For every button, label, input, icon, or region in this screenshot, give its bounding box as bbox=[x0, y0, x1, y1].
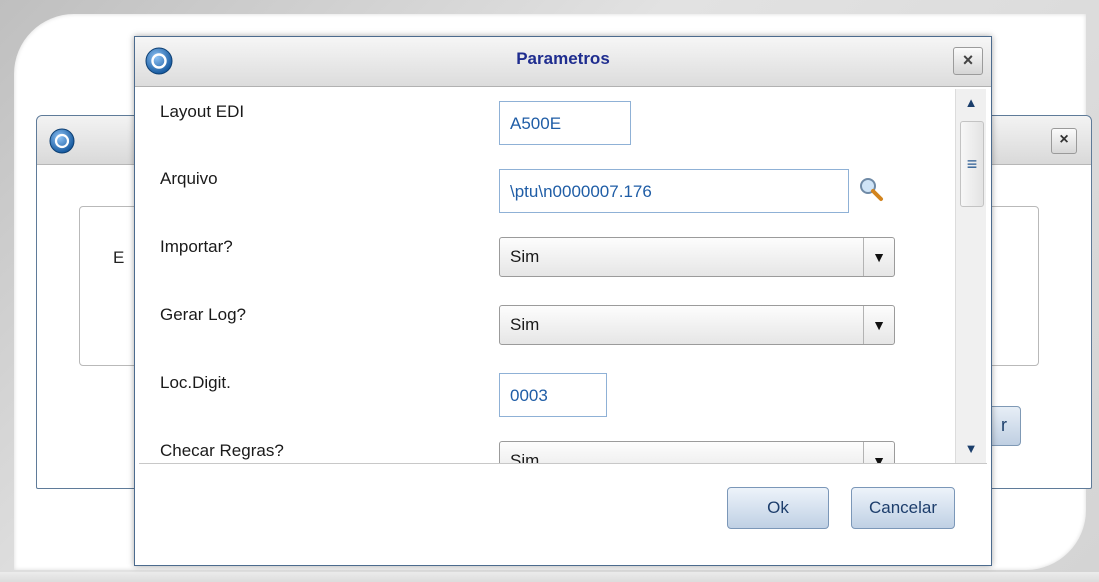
field-label-checar-regras: Checar Regras? bbox=[160, 441, 284, 460]
frame-bottom-edge bbox=[0, 572, 1099, 582]
dialog-titlebar: Parametros × bbox=[135, 37, 991, 87]
background-partial-button[interactable]: r bbox=[987, 406, 1021, 446]
field-label-layout-edi: Layout EDI bbox=[160, 102, 245, 121]
checar-regras-select[interactable]: Sim ▼ bbox=[499, 441, 895, 464]
loc-digit-input[interactable]: 0003 bbox=[499, 373, 607, 417]
totvs-logo-icon bbox=[49, 128, 75, 154]
ok-button[interactable]: Ok bbox=[727, 487, 829, 529]
field-label-importar: Importar? bbox=[160, 237, 233, 256]
field-label-gerar-log: Gerar Log? bbox=[160, 305, 246, 324]
cancel-button[interactable]: Cancelar bbox=[851, 487, 955, 529]
gerar-log-select[interactable]: Sim ▼ bbox=[499, 305, 895, 345]
dialog-title: Parametros bbox=[516, 49, 610, 68]
chevron-down-icon[interactable]: ▼ bbox=[863, 306, 894, 344]
importar-select[interactable]: Sim ▼ bbox=[499, 237, 895, 277]
layout-edi-input[interactable]: A500E bbox=[499, 101, 631, 145]
arquivo-input[interactable]: \ptu\n0000007.176 bbox=[499, 169, 849, 213]
arrow-down-icon[interactable]: ▼ bbox=[956, 435, 986, 463]
field-label-arquivo: Arquivo bbox=[160, 169, 218, 188]
chevron-down-icon[interactable]: ▼ bbox=[863, 238, 894, 276]
importar-select-value: Sim bbox=[510, 247, 540, 266]
field-label-loc-digit: Loc.Digit. bbox=[160, 373, 231, 392]
form-scrollbar[interactable]: ▲ ≡ ▼ bbox=[955, 89, 986, 463]
dialog-close-button[interactable]: × bbox=[953, 47, 983, 75]
scrollbar-thumb[interactable]: ≡ bbox=[960, 121, 984, 207]
parametros-dialog: Parametros × Layout EDI A500E Arquivo \p… bbox=[134, 36, 992, 566]
arrow-up-icon[interactable]: ▲ bbox=[956, 89, 986, 117]
parameters-form: Layout EDI A500E Arquivo \ptu\n0000007.1… bbox=[139, 89, 987, 464]
background-close-button[interactable]: × bbox=[1051, 128, 1077, 154]
background-partial-text: E bbox=[113, 248, 125, 267]
magnifier-icon[interactable] bbox=[857, 175, 885, 203]
checar-regras-select-value: Sim bbox=[510, 451, 540, 464]
chevron-down-icon[interactable]: ▼ bbox=[863, 442, 894, 463]
gerar-log-select-value: Sim bbox=[510, 315, 540, 334]
